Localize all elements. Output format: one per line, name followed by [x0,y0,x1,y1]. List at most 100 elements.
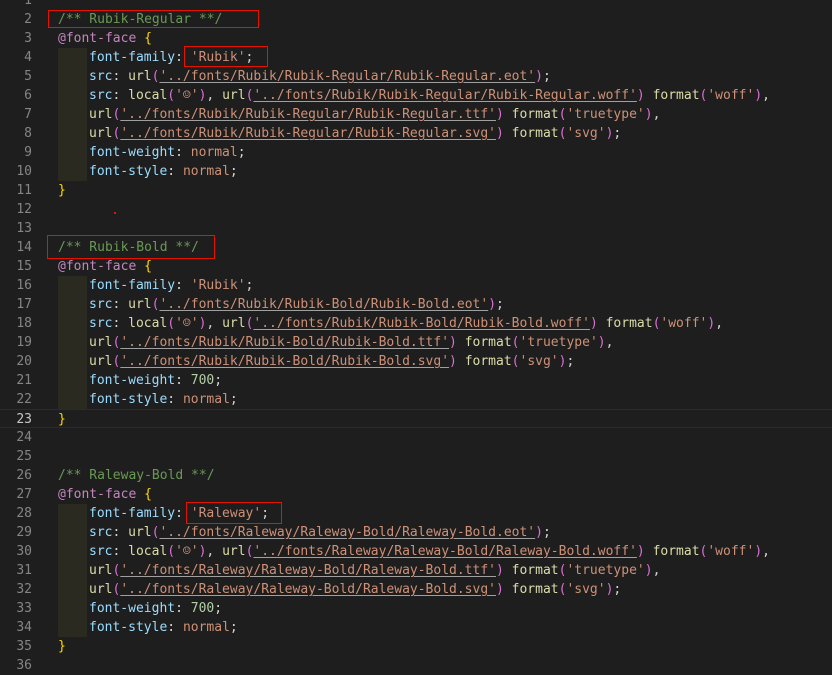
token-paren: ) [535,525,543,540]
code-line[interactable]: 9 font-weight: normal; [0,143,832,162]
token-str: normal [182,620,230,635]
token-kw: format [511,126,559,141]
line-number: 14 [16,240,32,255]
line-number: 22 [16,392,32,407]
token-prop: font-style [89,392,168,407]
token-str: '☺' [175,88,199,103]
code-editor[interactable]: 1 2/** Rubik-Regular **/3 @font-face {4 fon… [0,0,832,673]
token-ident: ; [245,278,254,293]
code-line[interactable]: 7 url('../fonts/Rubik/Rubik-Regular/Rubik… [0,105,832,124]
line-code: font-weight: normal; [89,143,246,162]
code-line[interactable]: 23} [0,409,832,428]
code-line[interactable]: 6 src: local('☺'), url('../fonts/Rubik/Ru… [0,86,832,105]
code-line[interactable]: 28 font-family: 'Raleway'; [0,504,832,523]
code-line[interactable]: 32 url('../fonts/Raleway/Raleway-Bold/Ral… [0,580,832,599]
token-ident: : [175,145,191,160]
code-line[interactable]: 33 font-weight: 700; [0,599,832,618]
token-str: 'svg' [566,126,606,141]
token-ident [645,544,653,559]
code-line[interactable]: 2 /** Rubik-Regular **/ [0,10,832,29]
token-str: '../fonts/Rubik/Rubik-Bold/Rubik-Bold.tt… [120,335,450,350]
line-code: src: url('../fonts/Rubik/Rubik-Bold/Rubi… [89,295,504,314]
line-number: 26 [16,468,32,483]
token-paren: ( [511,354,520,369]
code-line[interactable]: 31 url('../fonts/Raleway/Raleway-Bold/Ral… [0,561,832,580]
token-str: '../fonts/Raleway/Raleway-Bold/Raleway-B… [159,525,536,540]
code-line[interactable]: 13 [0,219,832,238]
code-line[interactable]: 1 [0,0,832,10]
token-brace: } [58,412,66,427]
line-number: 9 [24,145,32,160]
code-line[interactable]: 27 @font-face { [0,485,832,504]
line-number: 18 [16,316,32,331]
code-line[interactable]: 10 font-style: normal; [0,162,832,181]
token-ident: : [167,620,183,635]
code-line[interactable]: 4 font-family: 'Rubik'; [0,48,832,67]
token-str: '../fonts/Rubik/Rubik-Regular/Rubik-Regu… [253,88,637,103]
token-paren: ) [589,316,598,331]
line-number: 19 [16,335,32,350]
token-ident [504,107,512,122]
code-line[interactable]: 29 src: url('../fonts/Raleway/Raleway-Bol… [0,523,832,542]
token-kw: url [128,525,152,540]
token-str: 'woff' [707,544,755,559]
token-ident: ; [245,50,254,65]
code-line[interactable]: 24 [0,428,832,447]
code-line[interactable]: 12 [0,200,832,219]
code-line[interactable]: 8 url('../fonts/Rubik/Rubik-Regular/Rubik… [0,124,832,143]
line-number: 8 [24,126,32,141]
token-ident: : [112,525,129,540]
token-paren: ) [488,297,497,312]
token-prop: font-family [89,278,176,293]
token-prop: font-weight [89,601,176,616]
code-line[interactable]: 11} [0,181,832,200]
line-code: } [58,410,66,429]
token-num: 700 [190,373,215,388]
line-code: url('../fonts/Rubik/Rubik-Regular/Rubik-… [89,124,621,143]
token-str: '../fonts/Rubik/Rubik-Regular/Rubik-Regu… [120,126,496,141]
code-line[interactable]: 18 src: local('☺'), url('../fonts/Rubik/R… [0,314,832,333]
line-number: 35 [16,639,32,654]
token-prop: font-family [89,506,176,521]
code-line[interactable]: 35} [0,637,832,656]
indent-guide [58,580,87,599]
token-str: '../fonts/Raleway/Raleway-Bold/Raleway-B… [120,563,496,578]
token-str: 'woff' [707,88,755,103]
token-kw: url [89,126,113,141]
token-comment: /** Rubik-Bold **/ [58,240,199,255]
annotation-dot [114,212,116,214]
code-line[interactable]: 3 @font-face { [0,29,832,48]
code-line[interactable]: 14 /** Rubik-Bold **/ [0,238,832,257]
token-str: normal [182,164,230,179]
code-line[interactable]: 25 [0,447,832,466]
token-ident: , [652,563,661,578]
token-ident: ; [229,392,238,407]
token-ident: ; [237,145,246,160]
code-line[interactable]: 20 url ('../fonts/Rubik/Rubik-Bold/Rubik-B… [0,352,832,371]
token-ident [504,126,512,141]
code-line[interactable]: 26 /** Raleway-Bold **/ [0,466,832,485]
code-line[interactable]: 15 @font-face { [0,257,832,276]
indent-guide [58,542,87,561]
code-line[interactable]: 16 font-family: 'Rubik'; [0,276,832,295]
code-line[interactable]: 34 font-style: normal; [0,618,832,637]
token-str: normal [182,392,230,407]
token-ident [457,335,465,350]
token-brace: { [144,259,152,274]
token-prop: font-style [89,620,168,635]
token-kw: url [222,88,246,103]
code-line[interactable]: 30 src: local('☺'), url('../fonts/Raleway… [0,542,832,561]
token-kw: format [511,563,559,578]
code-line[interactable]: 22 font-style: normal; [0,390,832,409]
code-line[interactable]: 19 url ('../fonts/Rubik/Rubik-Bold/Rubik-B… [0,333,832,352]
code-line[interactable]: 17 src: url('../fonts/Rubik/Rubik-Bold/Ru… [0,295,832,314]
indent-guide [58,523,87,542]
token-ident: ; [214,601,223,616]
token-ident [645,88,653,103]
token-kw: format [464,335,512,350]
code-line[interactable]: 21 font-weight: 700; [0,371,832,390]
token-kw: url [128,297,152,312]
code-line[interactable]: 5 src: url('../fonts/Rubik/Rubik-Regular/… [0,67,832,86]
line-number: 23 [16,412,32,427]
token-ident: , [206,316,223,331]
